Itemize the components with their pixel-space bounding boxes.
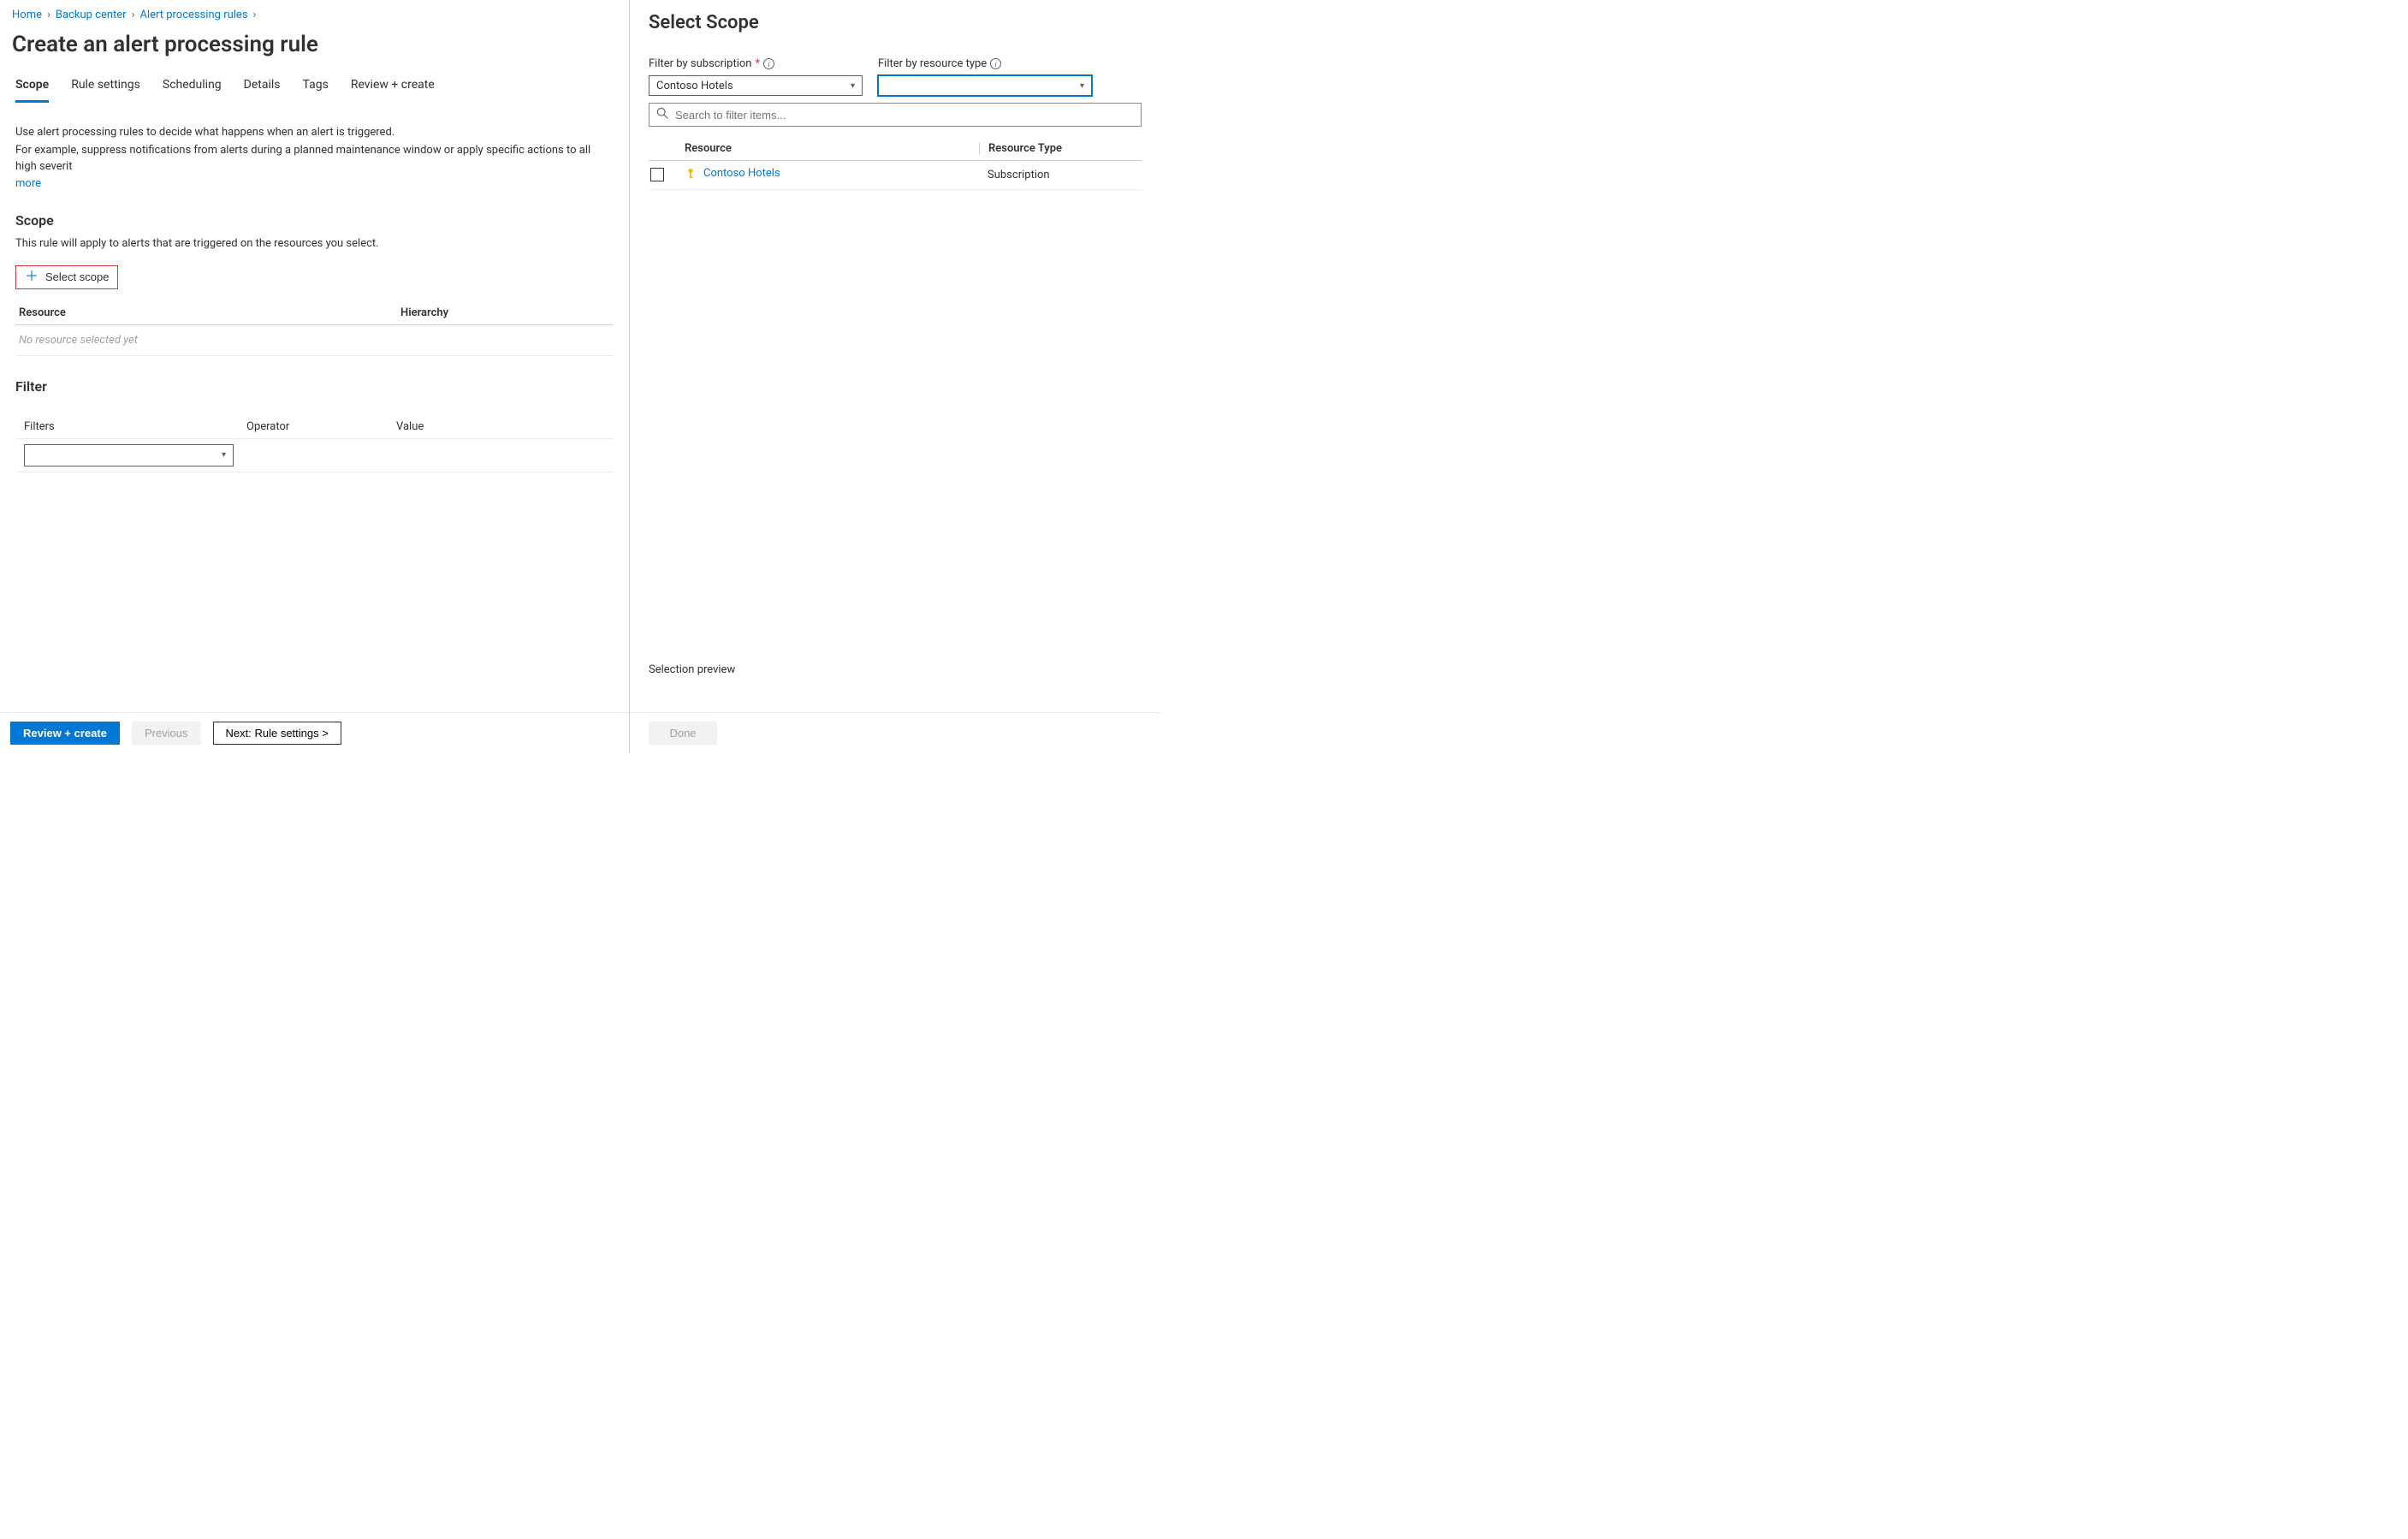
- search-input[interactable]: [675, 109, 1134, 122]
- filter-field-dropdown[interactable]: ▾: [24, 444, 234, 466]
- scope-col-resource: Resource: [15, 306, 400, 319]
- filter-subscription-label: Filter by subscription * i: [649, 57, 863, 70]
- breadcrumb-sep-icon: ›: [132, 9, 135, 21]
- scope-col-hierarchy: Hierarchy: [400, 306, 614, 319]
- info-icon[interactable]: i: [763, 58, 774, 69]
- scope-table: Resource Hierarchy No resource selected …: [15, 306, 614, 356]
- chevron-down-icon: ▾: [851, 81, 855, 91]
- previous-button[interactable]: Previous: [132, 722, 201, 745]
- select-scope-label: Select scope: [45, 270, 109, 283]
- resource-row[interactable]: Contoso Hotels Subscription: [649, 161, 1142, 190]
- filter-resource-type-label-text: Filter by resource type: [878, 57, 987, 70]
- learn-more-link[interactable]: more: [15, 177, 41, 190]
- breadcrumb: Home › Backup center › Alert processing …: [0, 0, 629, 25]
- breadcrumb-sep-icon: ›: [47, 9, 50, 21]
- search-box[interactable]: [649, 103, 1142, 127]
- tabs: Scope Rule settings Scheduling Details T…: [0, 73, 629, 103]
- resource-table-header: Resource Resource Type: [649, 137, 1142, 161]
- subscription-dropdown[interactable]: Contoso Hotels ▾: [649, 75, 863, 96]
- subscription-value: Contoso Hotels: [656, 80, 733, 92]
- scope-desc: This rule will apply to alerts that are …: [15, 237, 614, 250]
- resource-type-dropdown[interactable]: ▾: [878, 75, 1092, 96]
- chevron-down-icon: ▾: [1080, 81, 1084, 91]
- tab-scope[interactable]: Scope: [15, 73, 49, 103]
- scope-empty-row: No resource selected yet: [15, 325, 614, 356]
- done-button[interactable]: Done: [649, 722, 717, 745]
- resource-col-type: Resource Type: [979, 142, 1142, 155]
- tab-scheduling[interactable]: Scheduling: [163, 73, 222, 103]
- filter-col-operator: Operator: [246, 420, 396, 433]
- filter-resource-type-label: Filter by resource type i: [878, 57, 1092, 70]
- plus-icon: ＋: [25, 270, 39, 284]
- intro-line2: For example, suppress notifications from…: [15, 143, 614, 175]
- filter-col-value: Value: [396, 420, 605, 433]
- filter-table: Filters Operator Value ▾: [15, 415, 614, 472]
- scope-heading: Scope: [15, 212, 614, 229]
- search-icon: [656, 107, 668, 122]
- intro-line1: Use alert processing rules to decide wha…: [15, 125, 614, 141]
- resource-checkbox[interactable]: [650, 168, 664, 181]
- next-button[interactable]: Next: Rule settings >: [213, 722, 341, 745]
- breadcrumb-home[interactable]: Home: [12, 9, 42, 21]
- selection-preview-label: Selection preview: [630, 663, 1160, 712]
- scope-panel-title: Select Scope: [649, 12, 1142, 33]
- tab-review[interactable]: Review + create: [351, 73, 435, 103]
- page-title: Create an alert processing rule: [0, 25, 629, 73]
- breadcrumb-sep-icon: ›: [253, 9, 257, 21]
- resource-type-value: Subscription: [979, 169, 1142, 181]
- filter-col-filters: Filters: [24, 420, 246, 433]
- tab-details[interactable]: Details: [244, 73, 281, 103]
- review-create-button[interactable]: Review + create: [10, 722, 120, 745]
- filter-heading: Filter: [15, 378, 614, 395]
- key-icon: [685, 168, 697, 180]
- breadcrumb-backup-center[interactable]: Backup center: [56, 9, 127, 21]
- wizard-footer: Review + create Previous Next: Rule sett…: [0, 712, 629, 753]
- resource-name: Contoso Hotels: [703, 167, 780, 180]
- select-scope-button[interactable]: ＋ Select scope: [15, 265, 118, 289]
- resource-link[interactable]: Contoso Hotels: [685, 167, 780, 180]
- info-icon[interactable]: i: [990, 58, 1001, 69]
- breadcrumb-alert-rules[interactable]: Alert processing rules: [139, 9, 247, 21]
- tab-rule-settings[interactable]: Rule settings: [71, 73, 140, 103]
- filter-subscription-label-text: Filter by subscription: [649, 57, 751, 70]
- resource-col-resource: Resource: [679, 142, 979, 155]
- tab-tags[interactable]: Tags: [303, 73, 329, 103]
- chevron-down-icon: ▾: [222, 450, 226, 460]
- required-icon: *: [755, 57, 760, 70]
